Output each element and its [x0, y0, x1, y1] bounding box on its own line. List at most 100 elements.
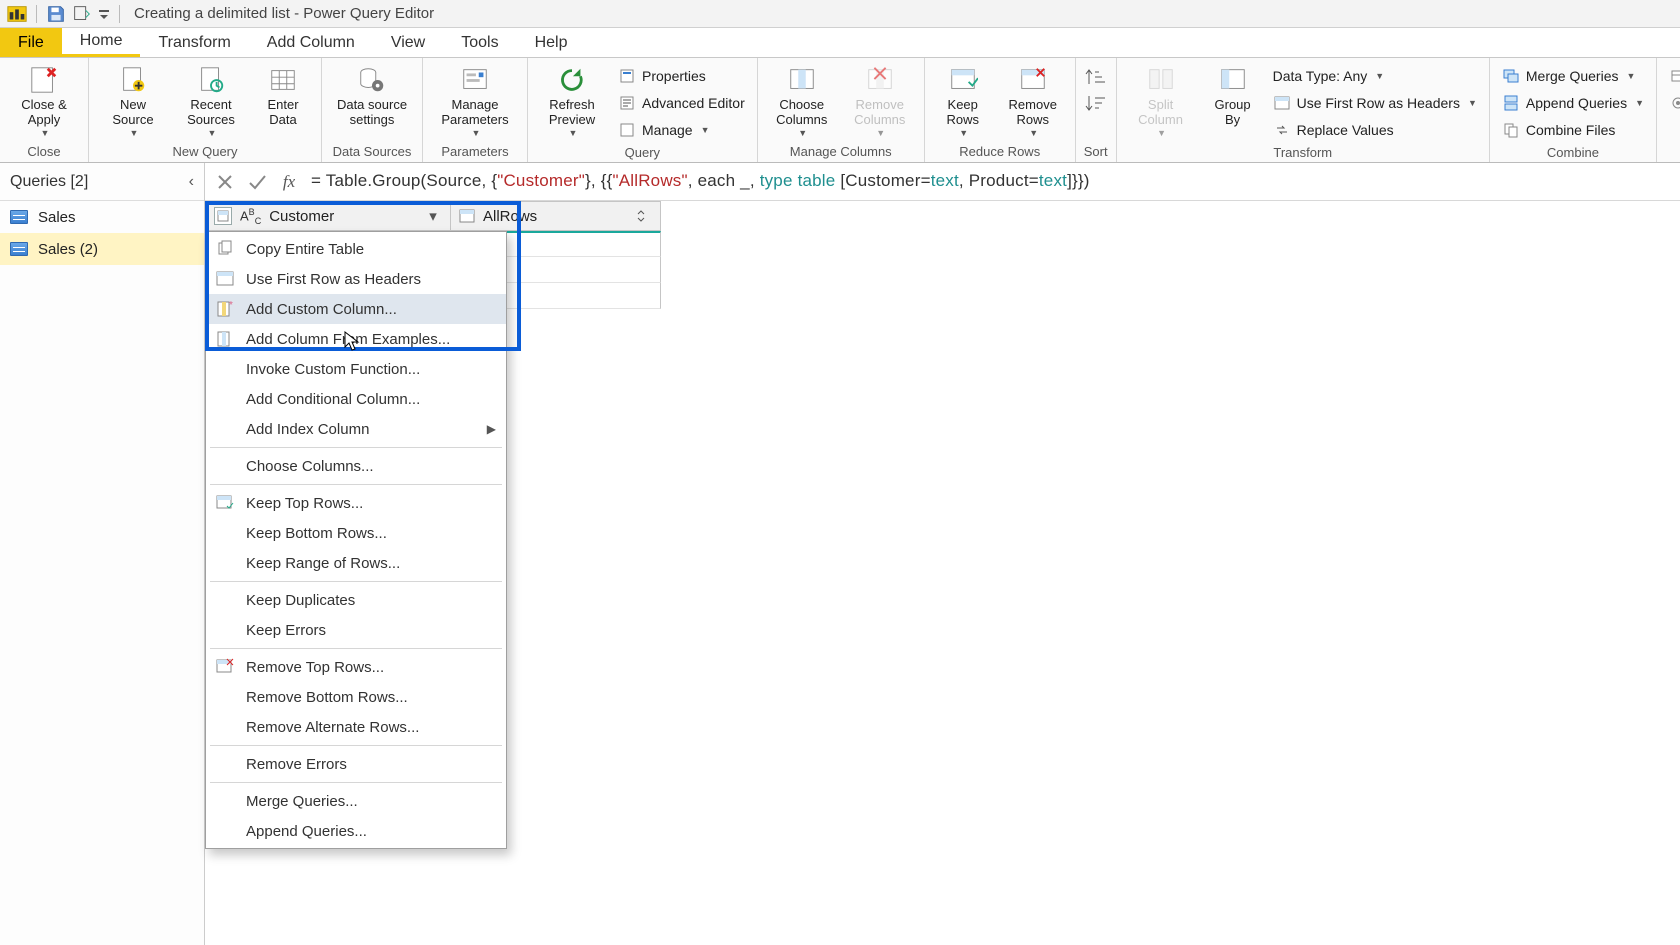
qat-dropdown[interactable]: [97, 3, 111, 25]
menu-item-label: Add Index Column: [246, 421, 369, 438]
combine-files-button[interactable]: Combine Files: [1498, 118, 1648, 142]
commit-icon[interactable]: [247, 172, 267, 192]
removerows-icon: [214, 656, 236, 678]
menu-item[interactable]: Copy Entire Table: [206, 234, 506, 264]
query-item[interactable]: Sales (2): [0, 233, 204, 265]
tab-home[interactable]: Home: [62, 28, 141, 57]
split-column-button[interactable]: Split Column▼: [1125, 60, 1197, 138]
menu-item-label: Remove Top Rows...: [246, 659, 384, 676]
advanced-editor-button[interactable]: Advanced Editor: [614, 91, 749, 115]
menu-item[interactable]: Keep Top Rows...: [206, 488, 506, 518]
remove-columns-button[interactable]: Remove Columns▼: [844, 60, 916, 138]
blank-icon: [214, 686, 236, 708]
close-apply-button[interactable]: Close & Apply▼: [8, 60, 80, 138]
select-all-icon[interactable]: [214, 207, 232, 225]
menu-item-label: Choose Columns...: [246, 458, 374, 475]
group-by-button[interactable]: Group By: [1203, 60, 1263, 138]
formula-bar: fx = Table.Group(Source, {"Customer"}, {…: [205, 163, 1680, 201]
queries-panel: Queries [2] ‹ Sales Sales (2): [0, 163, 205, 945]
copy-icon: [214, 238, 236, 260]
group-close: Close: [8, 140, 80, 162]
menu-item[interactable]: Keep Range of Rows...: [206, 548, 506, 578]
menu-item[interactable]: Choose Columns...: [206, 451, 506, 481]
menu-item[interactable]: Remove Errors: [206, 749, 506, 779]
addcol-icon: *: [214, 298, 236, 320]
menu-item[interactable]: *Add Custom Column...: [206, 294, 506, 324]
collapse-icon[interactable]: ‹: [189, 173, 194, 191]
menu-item-label: Append Queries...: [246, 823, 367, 840]
column-header-allrows[interactable]: AllRows: [451, 201, 661, 231]
tab-add-column[interactable]: Add Column: [249, 28, 373, 57]
app-icon: [6, 3, 28, 25]
replace-values-button[interactable]: Replace Values: [1269, 118, 1481, 142]
menu-item-label: Keep Duplicates: [246, 592, 355, 609]
tab-file[interactable]: File: [0, 28, 62, 57]
formula-text[interactable]: = Table.Group(Source, {"Customer"}, {{"A…: [311, 171, 1090, 192]
blank-icon: [214, 388, 236, 410]
blank-icon: [214, 820, 236, 842]
cancel-icon[interactable]: [215, 172, 235, 192]
sort-asc-icon[interactable]: [1085, 66, 1107, 88]
filter-dropdown-icon[interactable]: ▾: [424, 207, 442, 225]
menu-item[interactable]: Invoke Custom Function...: [206, 354, 506, 384]
menu-item-label: Use First Row as Headers: [246, 271, 421, 288]
tab-help[interactable]: Help: [517, 28, 586, 57]
menu-item-label: Remove Alternate Rows...: [246, 719, 419, 736]
first-row-headers-button[interactable]: Use First Row as Headers▼: [1269, 91, 1481, 115]
text-analytics-button[interactable]: Te: [1665, 64, 1680, 88]
recent-sources-button[interactable]: Recent Sources▼: [175, 60, 247, 138]
query-item[interactable]: Sales: [0, 201, 204, 233]
properties-button[interactable]: Properties: [614, 64, 749, 88]
append-queries-button[interactable]: Append Queries▼: [1498, 91, 1648, 115]
manage-button[interactable]: Manage▼: [614, 118, 749, 142]
menu-item[interactable]: Remove Alternate Rows...: [206, 712, 506, 742]
menu-item-label: Keep Range of Rows...: [246, 555, 400, 572]
menu-item-label: Remove Bottom Rows...: [246, 689, 408, 706]
blank-icon: [214, 418, 236, 440]
ribbon: Close & Apply▼ Close New Source▼ Recent …: [0, 58, 1680, 163]
expand-icon[interactable]: [634, 207, 652, 225]
tab-view[interactable]: View: [373, 28, 443, 57]
column-header-customer[interactable]: ABC Customer ▾: [205, 201, 451, 231]
new-source-button[interactable]: New Source▼: [97, 60, 169, 138]
keep-rows-button[interactable]: Keep Rows▼: [933, 60, 993, 138]
menu-item[interactable]: Append Queries...: [206, 816, 506, 846]
group-datasources: Data Sources: [330, 140, 414, 162]
menu-item[interactable]: Add Index Column▶: [206, 414, 506, 444]
menu-item[interactable]: Use First Row as Headers: [206, 264, 506, 294]
tab-transform[interactable]: Transform: [140, 28, 248, 57]
data-source-button[interactable]: Data source settings: [330, 60, 414, 138]
menu-item[interactable]: Remove Top Rows...: [206, 652, 506, 682]
blank-icon: [214, 589, 236, 611]
menu-item[interactable]: Remove Bottom Rows...: [206, 682, 506, 712]
vision-button[interactable]: Vis: [1665, 91, 1680, 115]
manage-params-button[interactable]: Manage Parameters▼: [431, 60, 519, 138]
blank-icon: [214, 455, 236, 477]
sort-desc-icon[interactable]: [1085, 92, 1107, 114]
tab-tools[interactable]: Tools: [443, 28, 516, 57]
group-query: Query: [536, 142, 749, 162]
remove-rows-button[interactable]: Remove Rows▼: [999, 60, 1067, 138]
merge-queries-button[interactable]: Merge Queries▼: [1498, 64, 1648, 88]
save-icon[interactable]: [45, 3, 67, 25]
menu-item-label: Copy Entire Table: [246, 241, 364, 258]
data-type-button[interactable]: Data Type: Any▼: [1269, 64, 1481, 88]
fx-icon[interactable]: fx: [279, 172, 299, 192]
choose-columns-button[interactable]: Choose Columns▼: [766, 60, 838, 138]
svg-text:*: *: [229, 300, 233, 311]
refresh-preview-button[interactable]: Refresh Preview▼: [536, 60, 608, 138]
group-parameters: Parameters: [431, 140, 519, 162]
menu-item-label: Keep Top Rows...: [246, 495, 363, 512]
enter-data-button[interactable]: Enter Data: [253, 60, 313, 138]
menu-item[interactable]: Keep Errors: [206, 615, 506, 645]
menu-item[interactable]: Add Conditional Column...: [206, 384, 506, 414]
group-managecols: Manage Columns: [766, 140, 916, 162]
menu-item[interactable]: Merge Queries...: [206, 786, 506, 816]
title-bar: Creating a delimited list - Power Query …: [0, 0, 1680, 28]
table-icon: [214, 268, 236, 290]
menu-item[interactable]: Keep Bottom Rows...: [206, 518, 506, 548]
qat-icon[interactable]: [71, 3, 93, 25]
menu-item-label: Merge Queries...: [246, 793, 358, 810]
menu-item[interactable]: Keep Duplicates: [206, 585, 506, 615]
blank-icon: [214, 358, 236, 380]
